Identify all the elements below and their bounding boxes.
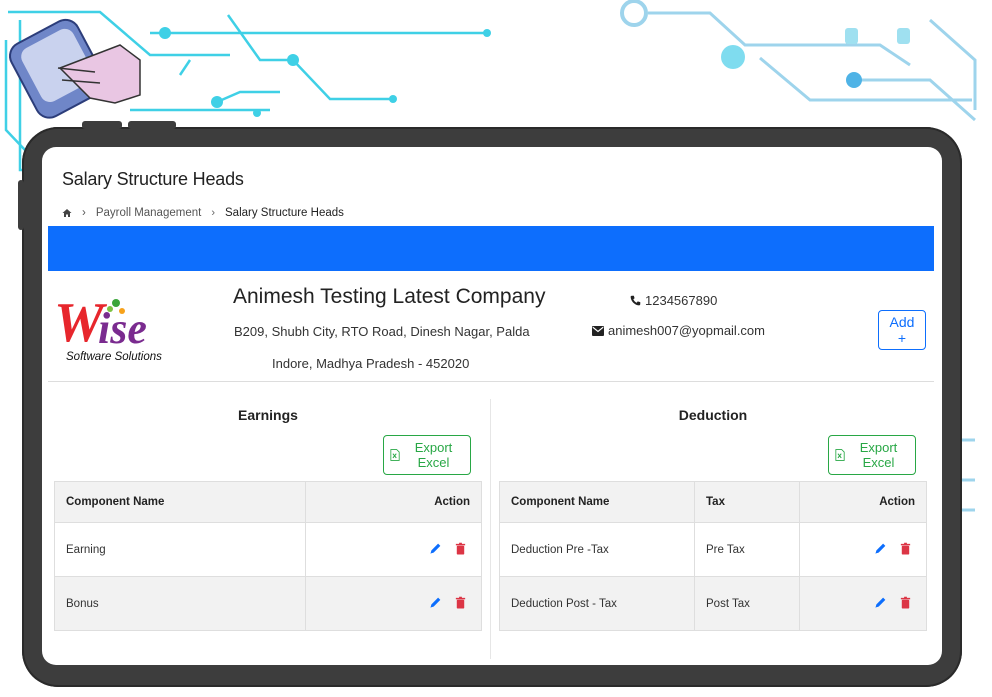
tax-cell: Post Tax: [694, 576, 800, 631]
envelope-icon: [592, 325, 604, 336]
deduction-title: Deduction: [678, 407, 748, 423]
column-header-action: Action: [305, 481, 482, 523]
deduction-export-label: Export Excel: [859, 440, 898, 470]
add-button[interactable]: Add +: [878, 310, 926, 350]
column-header-tax: Tax: [694, 481, 800, 523]
page-title: Salary Structure Heads: [62, 169, 244, 189]
tablet-button: [128, 121, 176, 129]
component-name-cell: Deduction Post - Tax: [499, 576, 695, 631]
phone-icon: [630, 295, 641, 306]
deduction-table: Component Name Tax Action Deduction Pre …: [499, 481, 927, 631]
component-name-cell: Earning: [54, 522, 306, 577]
earnings-export-excel-button[interactable]: Export Excel: [383, 435, 471, 475]
logo-subtitle: Software Solutions: [66, 351, 162, 363]
home-icon[interactable]: [62, 208, 72, 218]
trash-icon[interactable]: [454, 596, 467, 609]
company-address-line1: B209, Shubh City, RTO Road, Dinesh Nagar…: [234, 324, 530, 339]
excel-icon: [390, 449, 400, 461]
component-name-cell: Bonus: [54, 576, 306, 631]
table-row: Deduction Post - Tax Post Tax: [499, 576, 927, 631]
chevron-right-icon: ›: [82, 207, 86, 219]
table-row: Earning: [54, 522, 482, 577]
trash-icon[interactable]: [454, 542, 467, 555]
deduction-export-excel-button[interactable]: Export Excel: [828, 435, 916, 475]
column-header-action: Action: [799, 481, 927, 523]
action-cell: [305, 576, 482, 631]
pencil-icon[interactable]: [429, 542, 442, 555]
earnings-export-label: Export Excel: [414, 440, 453, 470]
company-address-line2: Indore, Madhya Pradesh - 452020: [272, 356, 470, 371]
breadcrumb-item-current: Salary Structure Heads: [225, 207, 344, 219]
earnings-table: Component Name Action Earning Bonus: [54, 481, 482, 631]
breadcrumb: › Payroll Management › Salary Structure …: [62, 207, 344, 219]
table-row: Bonus: [54, 576, 482, 631]
company-email: animesh007@yopmail.com: [592, 323, 765, 338]
pencil-icon[interactable]: [429, 596, 442, 609]
action-cell: [305, 522, 482, 577]
company-email-value: animesh007@yopmail.com: [608, 323, 765, 338]
deduction-panel: Deduction Export Excel Component Name Ta…: [499, 382, 927, 662]
app-screen: Salary Structure Heads › Payroll Managem…: [42, 147, 942, 665]
component-name-cell: Deduction Pre -Tax: [499, 522, 695, 577]
trash-icon[interactable]: [899, 596, 912, 609]
company-name: Animesh Testing Latest Company: [233, 285, 546, 308]
tablet-side-button: [18, 180, 24, 230]
chevron-right-icon: ›: [211, 207, 215, 219]
column-header-component-name: Component Name: [54, 481, 306, 523]
tablet-button: [82, 121, 122, 129]
trash-icon[interactable]: [899, 542, 912, 555]
breadcrumb-item-payroll[interactable]: Payroll Management: [96, 207, 201, 219]
column-header-component-name: Component Name: [499, 481, 695, 523]
excel-icon: [835, 449, 845, 461]
action-cell: [799, 576, 927, 631]
company-phone: 1234567890: [630, 293, 717, 308]
pencil-icon[interactable]: [874, 542, 887, 555]
company-phone-value: 1234567890: [645, 293, 718, 308]
panel-divider: [490, 399, 491, 659]
earnings-title: Earnings: [238, 407, 298, 423]
tax-cell: Pre Tax: [694, 522, 800, 577]
company-header: W ise Software Solutions Animesh Testing…: [48, 271, 934, 382]
earnings-panel: Earnings Export Excel Component Name Act…: [54, 382, 482, 662]
pencil-icon[interactable]: [874, 596, 887, 609]
header-banner: [48, 226, 934, 271]
table-row: Deduction Pre -Tax Pre Tax: [499, 522, 927, 577]
action-cell: [799, 522, 927, 577]
